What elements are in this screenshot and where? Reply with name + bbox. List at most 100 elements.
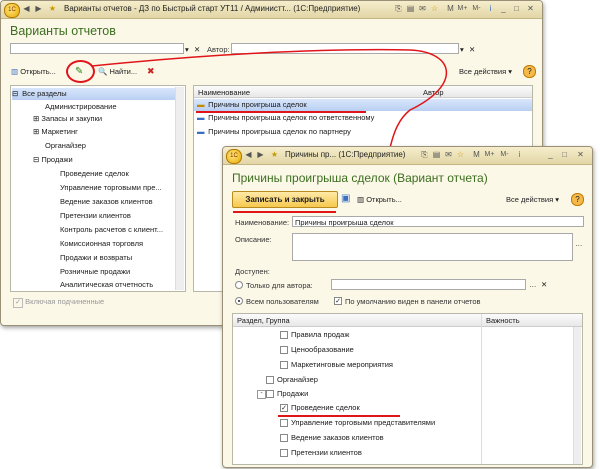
minimize-icon[interactable]: _	[545, 150, 556, 160]
find-button[interactable]: 🔍 Найти...	[98, 67, 137, 76]
mail-icon[interactable]: ✉	[443, 150, 454, 160]
description-field[interactable]	[292, 233, 573, 261]
maximize-icon[interactable]: □	[559, 150, 570, 160]
author-field[interactable]	[231, 43, 459, 54]
memory-mminus-icon[interactable]: M-	[471, 4, 482, 14]
table-row[interactable]: Проведение сделок	[291, 402, 360, 414]
open-button[interactable]: ▥ Открыть...	[11, 67, 56, 76]
memory-mplus-icon[interactable]: M+	[484, 150, 495, 160]
row-checkbox[interactable]: ✓	[280, 404, 288, 412]
tree-sub-item[interactable]: Розничные продажи	[60, 266, 130, 278]
print-icon[interactable]: ▤	[405, 4, 416, 14]
table-row[interactable]: Ведение заказов клиентов	[291, 432, 384, 444]
print-icon[interactable]: ▤	[431, 150, 442, 160]
tree-scrollbar[interactable]	[175, 87, 184, 290]
row-checkbox[interactable]	[280, 419, 288, 427]
close-icon[interactable]: ✕	[575, 150, 586, 160]
tree-sub-item[interactable]: Контроль расчетов с клиент...	[60, 224, 163, 236]
collapse-icon[interactable]: ⊟	[12, 88, 20, 100]
tree-sub-item[interactable]: Комиссионная торговля	[60, 238, 143, 250]
tree-sub-item[interactable]: Управление торговыми пре...	[60, 182, 162, 194]
app-logo-icon[interactable]: 1С	[226, 149, 242, 164]
col-author-header[interactable]: Автор	[423, 88, 444, 97]
tree-sub-item[interactable]: Претензии клиентов	[60, 210, 131, 222]
forward-icon[interactable]: ▶	[255, 150, 266, 160]
table-row[interactable]: Правила продаж	[291, 329, 349, 341]
save-close-button[interactable]: Записать и закрыть	[232, 191, 338, 208]
author-clear-icon[interactable]: ✕	[469, 45, 475, 54]
row-checkbox[interactable]	[266, 390, 274, 398]
help-icon[interactable]: ?	[571, 193, 584, 206]
col-name-header[interactable]: Наименование	[198, 88, 250, 97]
minimize-icon[interactable]: _	[498, 4, 509, 14]
copy-icon[interactable]: ⎘	[393, 4, 404, 14]
grid-scrollbar[interactable]	[573, 327, 581, 464]
tree-sub-item[interactable]: Ведение заказов клиентов	[60, 196, 153, 208]
collapse-icon[interactable]: -	[257, 390, 266, 399]
tree-item[interactable]: Администрирование	[45, 101, 117, 113]
copy-icon[interactable]: ⎘	[419, 150, 430, 160]
table-row[interactable]: Претензии клиентов	[291, 447, 362, 459]
memory-mminus-icon[interactable]: M-	[499, 150, 510, 160]
dropdown-icon[interactable]: ▾	[185, 45, 189, 54]
star-icon[interactable]: ★	[47, 4, 58, 14]
memory-mplus-icon[interactable]: M+	[457, 4, 468, 14]
all-users-radio[interactable]	[235, 297, 243, 305]
row-checkbox[interactable]	[280, 346, 288, 354]
table-row[interactable]: Ценообразование	[291, 344, 354, 356]
tree-item[interactable]: ⊟ Продажи	[33, 154, 73, 166]
table-row[interactable]: Управление торговыми представителями	[291, 417, 435, 429]
table-row[interactable]: ▬ Причины проигрыша сделок по ответствен…	[194, 112, 374, 124]
tree-sub-item[interactable]: Проведение сделок	[60, 168, 129, 180]
save-icon[interactable]: ▣	[341, 193, 350, 204]
section-filter-field[interactable]	[10, 43, 184, 54]
tree-item[interactable]: Органайзер	[45, 140, 86, 152]
favorite-icon[interactable]: ☆	[455, 150, 466, 160]
star-icon[interactable]: ★	[269, 150, 280, 160]
only-author-clear-icon[interactable]: ✕	[541, 280, 547, 289]
forward-icon[interactable]: ▶	[33, 4, 44, 14]
col-importance-header[interactable]: Важность	[486, 316, 520, 325]
author-dropdown-icon[interactable]: ▾	[460, 45, 464, 54]
info-icon[interactable]: i	[485, 4, 496, 14]
info-icon[interactable]: i	[514, 150, 525, 160]
row-checkbox[interactable]	[280, 361, 288, 369]
row-checkbox[interactable]	[266, 376, 274, 384]
tree-item[interactable]: ⊞ Маркетинг	[33, 126, 78, 138]
close-icon[interactable]: ✕	[525, 4, 536, 14]
only-author-field[interactable]	[331, 279, 526, 290]
sections-tree[interactable]: ⊟ Все разделы Администрирование ⊞ Запасы…	[10, 85, 186, 292]
row-checkbox[interactable]	[280, 331, 288, 339]
all-actions-button[interactable]: Все действия ▾	[506, 195, 559, 204]
col-section-header[interactable]: Раздел, Группа	[237, 316, 290, 325]
maximize-icon[interactable]: □	[511, 4, 522, 14]
back-icon[interactable]: ◀	[243, 150, 254, 160]
tree-sub-item[interactable]: Продажи и возвраты	[60, 252, 132, 264]
tree-sub-item[interactable]: Аналитическая отчетность	[60, 279, 153, 291]
row-checkbox[interactable]	[280, 434, 288, 442]
table-row[interactable]: ▬ Причины проигрыша сделок по партнеру	[194, 126, 351, 138]
sections-grid[interactable]: Раздел, Группа Важность Правила продаж Ц…	[232, 313, 583, 465]
default-visible-checkbox[interactable]: ✓	[334, 297, 342, 305]
favorite-icon[interactable]: ☆	[429, 4, 440, 14]
table-row[interactable]: Продажи	[277, 388, 308, 400]
table-row[interactable]: ▬ Причины проигрыша сделок	[194, 99, 532, 111]
tree-root[interactable]: ⊟ Все разделы	[12, 88, 175, 100]
tree-item[interactable]: ⊞ Запасы и закупки	[33, 113, 102, 125]
clear-icon[interactable]: ✕	[194, 45, 200, 54]
only-author-select-button[interactable]: …	[529, 280, 537, 289]
cancel-find-button[interactable]: ✖	[147, 66, 155, 77]
description-select-button[interactable]: …	[575, 239, 583, 248]
open-button[interactable]: ▥ Открыть...	[357, 195, 402, 204]
memory-m-icon[interactable]: M	[445, 4, 456, 14]
memory-m-icon[interactable]: M	[471, 150, 482, 160]
all-actions-button[interactable]: Все действия ▾	[459, 67, 512, 76]
name-field[interactable]: Причины проигрыша сделок	[292, 216, 584, 227]
only-author-radio[interactable]	[235, 281, 243, 289]
back-icon[interactable]: ◀	[21, 4, 32, 14]
help-icon[interactable]: ?	[523, 65, 536, 78]
table-row[interactable]: Маркетинговые мероприятия	[291, 359, 393, 371]
include-sub-checkbox[interactable]: ✓ Включая подчиненные	[13, 297, 104, 308]
mail-icon[interactable]: ✉	[417, 4, 428, 14]
table-row[interactable]: Органайзер	[277, 374, 318, 386]
